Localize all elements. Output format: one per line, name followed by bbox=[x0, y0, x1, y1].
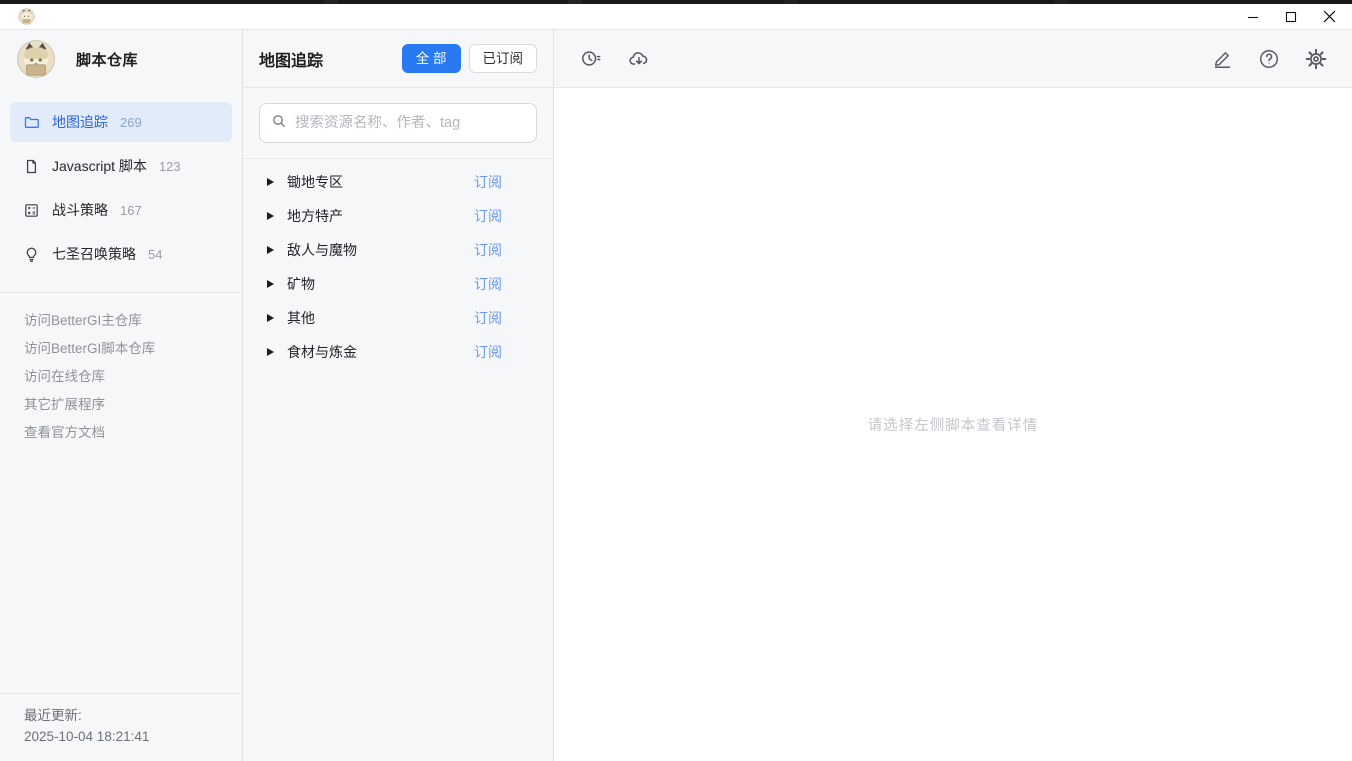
close-button[interactable] bbox=[1310, 5, 1348, 29]
chevron-right-icon[interactable] bbox=[267, 314, 274, 322]
detail-toolbar bbox=[554, 30, 1352, 88]
subscribe-link[interactable]: 订阅 bbox=[474, 274, 502, 294]
link-official-docs[interactable]: 查看官方文档 bbox=[24, 417, 242, 445]
tree-row-food-alchemy[interactable]: 食材与炼金 订阅 bbox=[267, 335, 537, 369]
tree-row-local-specialty[interactable]: 地方特产 订阅 bbox=[267, 199, 537, 233]
search-input[interactable] bbox=[295, 115, 525, 131]
tree-row-minerals[interactable]: 矿物 订阅 bbox=[267, 267, 537, 301]
empty-message: 请选择左侧脚本查看详情 bbox=[868, 414, 1039, 435]
search-icon bbox=[271, 113, 287, 134]
chevron-right-icon[interactable] bbox=[267, 246, 274, 254]
sidebar-item-count: 167 bbox=[120, 203, 142, 218]
file-icon bbox=[23, 158, 40, 175]
sidebar-item-tcg-strategy[interactable]: 七圣召唤策略 54 bbox=[10, 234, 232, 274]
sidebar-item-label: Javascript 脚本 bbox=[52, 156, 147, 176]
link-bettergi-script-repo[interactable]: 访问BetterGI脚本仓库 bbox=[24, 333, 242, 361]
window-controls bbox=[1234, 5, 1348, 29]
cloud-download-icon[interactable] bbox=[627, 47, 651, 71]
subscribe-link[interactable]: 订阅 bbox=[474, 342, 502, 362]
detail-panel: 请选择左侧脚本查看详情 bbox=[554, 30, 1352, 761]
sidebar-item-label: 七圣召唤策略 bbox=[52, 244, 136, 264]
last-update-timestamp: 2025-10-04 18:21:41 bbox=[24, 726, 226, 748]
history-icon[interactable] bbox=[578, 47, 602, 71]
minimize-button[interactable] bbox=[1234, 5, 1272, 29]
tab-subscribed[interactable]: 已订阅 bbox=[469, 44, 538, 74]
tree-row-chudi[interactable]: 锄地专区 订阅 bbox=[267, 165, 537, 199]
last-update-label: 最近更新: bbox=[24, 705, 226, 727]
sidebar-nav: 地图追踪 269 Javascript 脚本 123 战斗策略 167 bbox=[0, 88, 242, 284]
sidebar-item-combat-strategy[interactable]: 战斗策略 167 bbox=[10, 190, 232, 230]
link-bettergi-main-repo[interactable]: 访问BetterGI主仓库 bbox=[24, 305, 242, 333]
lightbulb-icon bbox=[23, 246, 40, 263]
subscribe-link[interactable]: 订阅 bbox=[474, 172, 502, 192]
chevron-right-icon[interactable] bbox=[267, 212, 274, 220]
tree-label: 地方特产 bbox=[287, 206, 343, 226]
tree-label: 其他 bbox=[287, 308, 315, 328]
app-title: 脚本仓库 bbox=[76, 49, 138, 70]
tree-row-other[interactable]: 其他 订阅 bbox=[267, 301, 537, 335]
subscribe-link[interactable]: 订阅 bbox=[474, 240, 502, 260]
settings-icon[interactable] bbox=[1304, 47, 1328, 71]
search-row bbox=[243, 88, 553, 159]
tree-row-enemies-monsters[interactable]: 敌人与魔物 订阅 bbox=[267, 233, 537, 267]
app-window: 脚本仓库 地图追踪 269 Javascript 脚本 123 bbox=[0, 30, 1352, 761]
help-icon[interactable] bbox=[1257, 47, 1281, 71]
panel-title: 地图追踪 bbox=[259, 47, 323, 71]
resource-list-panel: 地图追踪 全 部 已订阅 锄地专区 订阅 地方特产 bbox=[243, 30, 554, 761]
subscribe-link[interactable]: 订阅 bbox=[474, 308, 502, 328]
sidebar-item-label: 战斗策略 bbox=[52, 200, 108, 220]
tree-label: 食材与炼金 bbox=[287, 342, 357, 362]
sidebar-item-count: 269 bbox=[120, 115, 142, 130]
app-avatar-icon bbox=[18, 8, 35, 25]
tree-label: 锄地专区 bbox=[287, 172, 343, 192]
sidebar: 脚本仓库 地图追踪 269 Javascript 脚本 123 bbox=[0, 30, 243, 761]
chevron-right-icon[interactable] bbox=[267, 178, 274, 186]
toolbar-left-group bbox=[578, 47, 651, 71]
sidebar-item-count: 54 bbox=[148, 247, 162, 262]
folder-icon bbox=[23, 114, 40, 131]
sidebar-header: 脚本仓库 bbox=[0, 30, 242, 88]
category-tree: 锄地专区 订阅 地方特产 订阅 敌人与魔物 订阅 矿物 订阅 其他 订阅 bbox=[243, 159, 553, 369]
chevron-right-icon[interactable] bbox=[267, 348, 274, 356]
search-box[interactable] bbox=[259, 103, 537, 143]
calculator-icon bbox=[23, 202, 40, 219]
maximize-button[interactable] bbox=[1272, 5, 1310, 29]
link-online-repo[interactable]: 访问在线仓库 bbox=[24, 361, 242, 389]
sidebar-item-map-tracking[interactable]: 地图追踪 269 bbox=[10, 102, 232, 142]
subscribe-link[interactable]: 订阅 bbox=[474, 206, 502, 226]
chevron-right-icon[interactable] bbox=[267, 280, 274, 288]
sidebar-item-count: 123 bbox=[159, 159, 181, 174]
tree-label: 矿物 bbox=[287, 274, 315, 294]
sidebar-item-javascript[interactable]: Javascript 脚本 123 bbox=[10, 146, 232, 186]
detail-empty-state: 请选择左侧脚本查看详情 bbox=[554, 88, 1352, 761]
sidebar-footer: 最近更新: 2025-10-04 18:21:41 bbox=[0, 693, 242, 761]
tree-label: 敌人与魔物 bbox=[287, 240, 357, 260]
edit-icon[interactable] bbox=[1210, 47, 1234, 71]
toolbar-right-group bbox=[1210, 47, 1328, 71]
titlebar bbox=[0, 4, 1352, 30]
filter-tabs: 全 部 已订阅 bbox=[402, 44, 537, 74]
panel-header: 地图追踪 全 部 已订阅 bbox=[243, 30, 553, 88]
sidebar-item-label: 地图追踪 bbox=[52, 112, 108, 132]
tab-all[interactable]: 全 部 bbox=[402, 44, 461, 74]
sidebar-divider bbox=[0, 292, 242, 293]
link-other-extensions[interactable]: 其它扩展程序 bbox=[24, 389, 242, 417]
app-avatar bbox=[17, 40, 55, 78]
sidebar-links: 访问BetterGI主仓库 访问BetterGI脚本仓库 访问在线仓库 其它扩展… bbox=[0, 305, 242, 445]
